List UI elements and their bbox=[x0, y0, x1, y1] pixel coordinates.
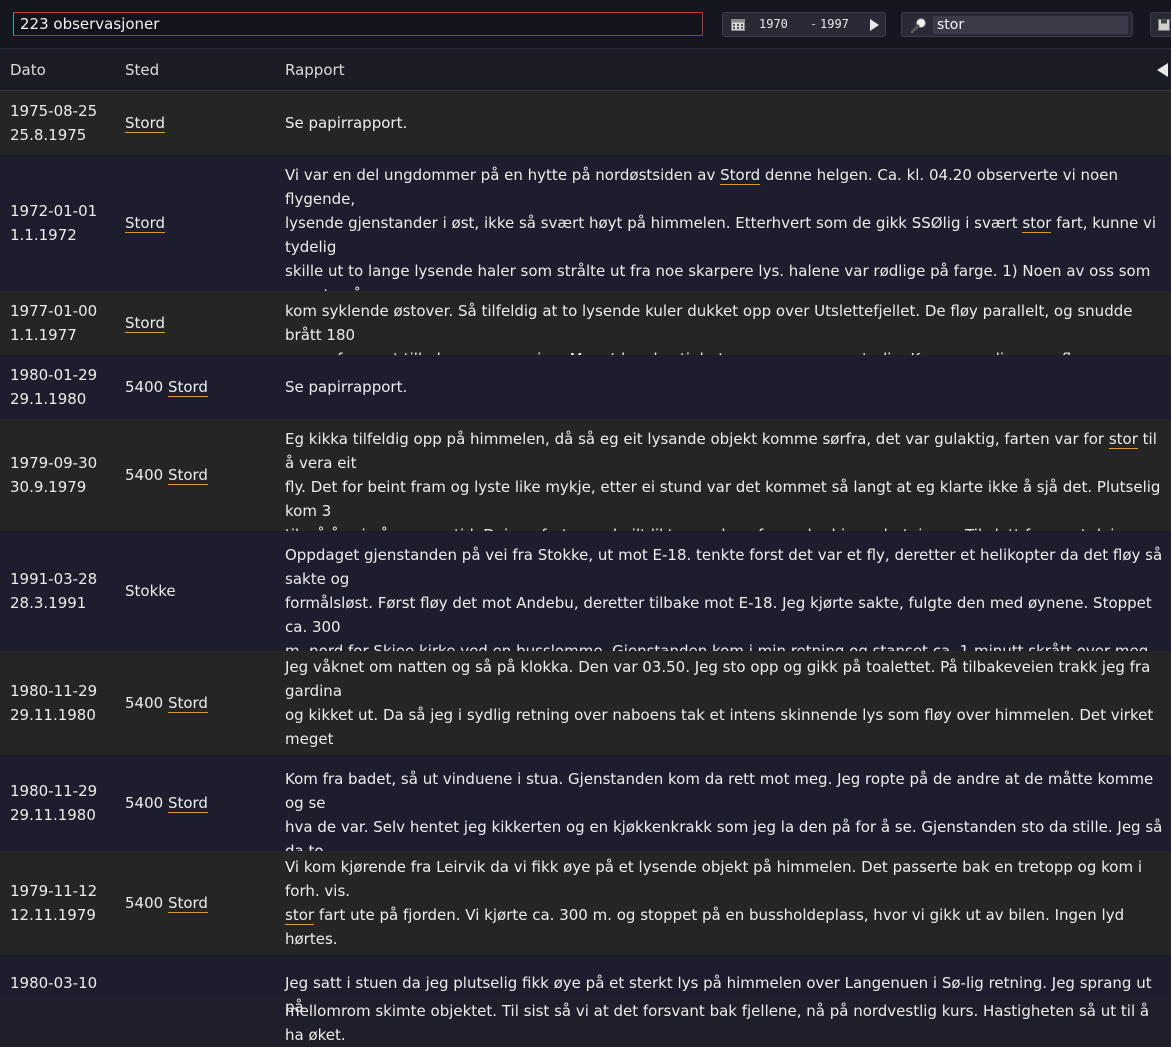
date-local: 25.8.1975 bbox=[10, 126, 87, 144]
report-text: Se papirrapport. bbox=[285, 378, 408, 396]
date-iso: 1980-03-10 bbox=[10, 974, 98, 992]
collapse-panel-icon[interactable] bbox=[1157, 63, 1168, 77]
date-iso: 1977-01-00 bbox=[10, 302, 98, 320]
table-row[interactable]: 1979-09-30 30.9.1979 5400 Stord Eg kikka ti… bbox=[0, 419, 1171, 568]
date-iso: 1975-08-25 bbox=[10, 102, 98, 120]
report-text: Jeg våknet om natten og så på klokka. De… bbox=[285, 658, 1154, 748]
cell-place: 5400 Stord bbox=[125, 891, 280, 915]
date-iso: 1991-03-28 bbox=[10, 570, 98, 588]
play-icon[interactable] bbox=[870, 19, 879, 31]
cell-place: Stord bbox=[125, 111, 280, 135]
column-header-sted[interactable]: Sted bbox=[125, 61, 159, 79]
cell-report: Se papirrapport. bbox=[285, 111, 1169, 135]
place-prefix: Stokke bbox=[125, 582, 176, 600]
cell-place: 5400 Stord bbox=[125, 691, 280, 715]
year-from-input[interactable]: 1970 bbox=[759, 17, 788, 31]
date-local: 30.9.1979 bbox=[10, 478, 87, 496]
report-text: Jeg satt i stuen da jeg plutselig fikk ø… bbox=[285, 974, 1152, 1016]
search-highlight: Stord bbox=[125, 314, 166, 333]
table-row[interactable]: 1975-08-25 25.8.1975 Stord Se papirrapport. bbox=[0, 91, 1171, 155]
save-icon bbox=[1158, 19, 1170, 31]
search-highlight: Stord bbox=[720, 166, 761, 185]
place-prefix: 5400 bbox=[125, 894, 168, 912]
table-row[interactable]: 1972-01-01 1.1.1972 Stord Vi var en del ung… bbox=[0, 155, 1171, 376]
cell-place: 5400 Stord bbox=[125, 375, 280, 399]
date-local: 28.3.1991 bbox=[10, 594, 87, 612]
cell-date: 1977-01-00 1.1.1977 bbox=[10, 299, 120, 347]
table-row[interactable]: 1980-03-10 Jeg satt i stuen da jeg plutse… bbox=[0, 955, 1171, 1016]
date-local: 29.11.1980 bbox=[10, 806, 96, 824]
observation-count-field[interactable]: 223 observasjoner bbox=[13, 12, 703, 36]
cell-place: Stord bbox=[125, 211, 280, 235]
place-prefix: 5400 bbox=[125, 694, 168, 712]
cell-place: 5400 Stord bbox=[125, 791, 280, 815]
cell-date: 1979-11-12 12.11.1979 bbox=[10, 879, 120, 927]
search-highlight: Stord bbox=[167, 894, 208, 913]
place-prefix: 5400 bbox=[125, 378, 168, 396]
date-iso: 1979-11-12 bbox=[10, 882, 98, 900]
date-local: 29.11.1980 bbox=[10, 706, 96, 724]
cell-date: 1980-01-29 29.1.1980 bbox=[10, 363, 120, 411]
calendar-icon[interactable] bbox=[731, 19, 745, 31]
search-highlight: Stord bbox=[125, 114, 166, 133]
date-local: 1.1.1977 bbox=[10, 326, 77, 344]
table-row[interactable]: 1979-11-12 12.11.1979 5400 Stord Vi kom kjø… bbox=[0, 851, 1171, 1044]
date-iso: 1980-11-29 bbox=[10, 682, 98, 700]
search-highlight: stor bbox=[285, 906, 315, 925]
table-row[interactable]: 1991-03-28 28.3.1991 Stokke Oppdaget gjenst… bbox=[0, 531, 1171, 709]
search-highlight: Stord bbox=[167, 466, 208, 485]
column-header-rapport[interactable]: Rapport bbox=[285, 61, 345, 79]
cell-date: 1979-09-30 30.9.1979 bbox=[10, 451, 120, 499]
search-icon bbox=[910, 18, 926, 33]
search-input[interactable] bbox=[933, 16, 1128, 34]
report-text: Eg kikka tilfeldig opp på himmelen, då s… bbox=[285, 430, 1109, 448]
place-prefix: 5400 bbox=[125, 794, 168, 812]
cell-date: 1975-08-25 25.8.1975 bbox=[10, 99, 120, 147]
year-to-input[interactable]: 1997 bbox=[820, 17, 849, 31]
search-highlight: Stord bbox=[125, 214, 166, 233]
table-row[interactable]: 1977-01-00 1.1.1977 Stord kom syklende østo… bbox=[0, 291, 1171, 368]
date-iso: 1979-09-30 bbox=[10, 454, 98, 472]
report-text: Se papirrapport. bbox=[285, 114, 408, 132]
toolbar: 223 observasjoner 1970 - 1997 bbox=[0, 0, 1171, 49]
search-highlight: stor bbox=[1022, 214, 1052, 233]
table-row[interactable]: 1980-01-29 29.1.1980 5400 Stord Se papirrap… bbox=[0, 355, 1171, 419]
date-local: 12.11.1979 bbox=[10, 906, 96, 924]
year-separator: - bbox=[810, 17, 818, 31]
year-range-control[interactable]: 1970 - 1997 bbox=[722, 12, 886, 37]
cell-date: 1991-03-28 28.3.1991 bbox=[10, 567, 120, 615]
cell-place: 5400 Stord bbox=[125, 463, 280, 487]
date-iso: 1980-11-29 bbox=[10, 782, 98, 800]
cell-date: 1980-03-10 bbox=[10, 971, 120, 995]
cell-report: Jeg satt i stuen da jeg plutselig fikk ø… bbox=[285, 971, 1169, 1019]
cell-place: Stord bbox=[125, 311, 280, 335]
search-highlight: Stord bbox=[167, 794, 208, 813]
table-header: Dato Sted Rapport bbox=[0, 49, 1171, 91]
date-iso: 1972-01-01 bbox=[10, 202, 98, 220]
search-highlight: Stord bbox=[167, 378, 208, 397]
search-highlight: Stord bbox=[167, 694, 208, 713]
cell-place: Stokke bbox=[125, 579, 280, 603]
table-row[interactable]: 1980-11-29 29.11.1980 5400 Stord Jeg våknet… bbox=[0, 651, 1171, 820]
report-text: Vi kom kjørende fra Leirvik da vi fikk ø… bbox=[285, 858, 1143, 900]
table-row[interactable]: 1980-11-29 29.11.1980 5400 Stord Kom fra ba… bbox=[0, 755, 1171, 908]
cell-date: 1980-11-29 29.11.1980 bbox=[10, 779, 120, 827]
cell-date: 1972-01-01 1.1.1972 bbox=[10, 199, 120, 247]
cell-report: Se papirrapport. bbox=[285, 375, 1169, 399]
date-iso: 1980-01-29 bbox=[10, 366, 98, 384]
search-box[interactable] bbox=[901, 12, 1133, 37]
cell-date: 1980-11-29 29.11.1980 bbox=[10, 679, 120, 727]
report-text: Vi var en del ungdommer på en hytte på n… bbox=[285, 166, 721, 184]
date-local: 29.1.1980 bbox=[10, 390, 87, 408]
search-highlight: stor bbox=[1108, 430, 1138, 449]
date-local: 1.1.1972 bbox=[10, 226, 77, 244]
place-prefix: 5400 bbox=[125, 466, 168, 484]
save-button[interactable] bbox=[1150, 12, 1171, 37]
column-header-dato[interactable]: Dato bbox=[10, 61, 46, 79]
